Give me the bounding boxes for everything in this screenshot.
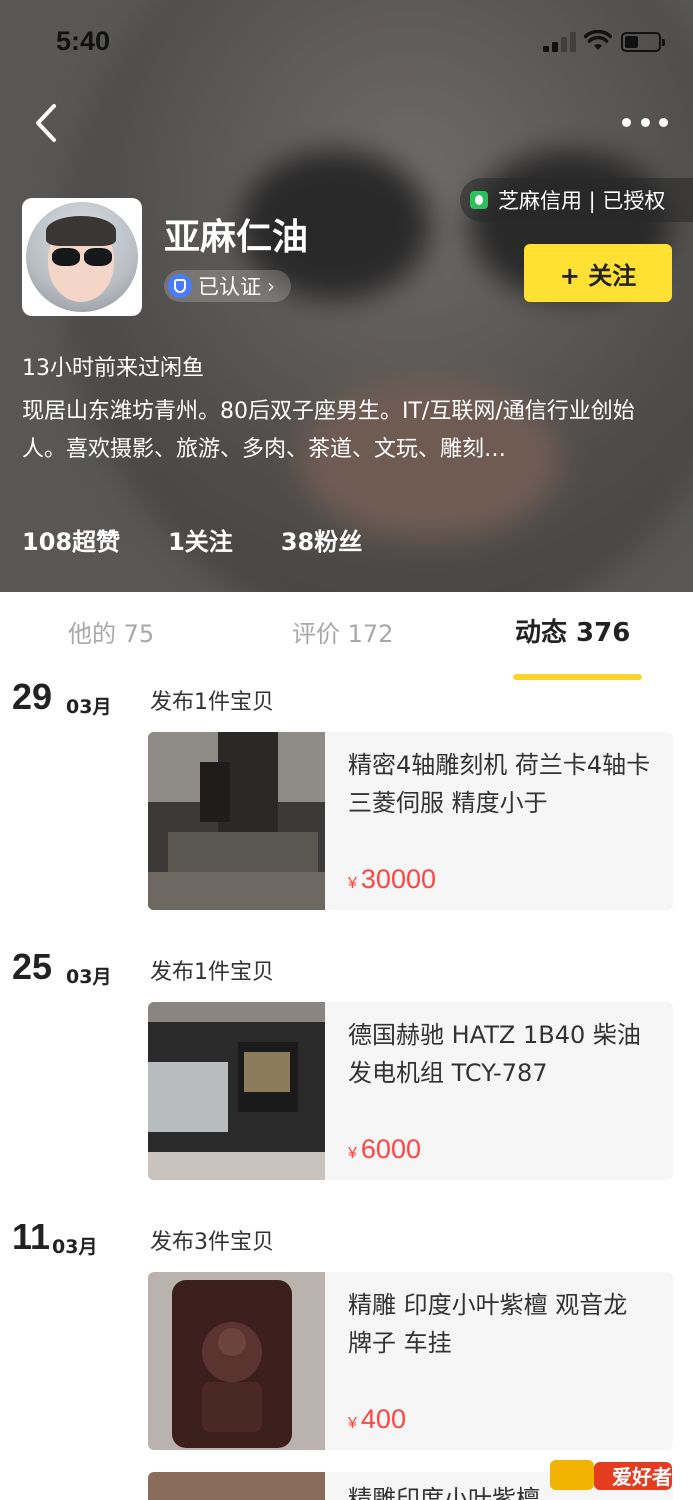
follow-button[interactable]: + 关注: [524, 244, 672, 302]
shield-icon: [168, 274, 192, 298]
feed-day-number: 29: [12, 676, 53, 717]
user-stats: 108超赞 1关注 38粉丝: [22, 522, 410, 557]
profile-header: 5:40 芝麻信用 | 已授权 亚麻仁油 已认证 › + 关注 13小时前来过闲…: [0, 0, 693, 592]
item-price: ¥30000: [348, 864, 436, 894]
back-arrow-icon[interactable]: [30, 100, 70, 146]
status-bar: 5:40: [0, 0, 693, 86]
item-thumbnail: [148, 1002, 325, 1180]
item-price: ¥6000: [348, 1134, 421, 1164]
tab-reviews[interactable]: 评价 172: [292, 614, 393, 649]
zhima-label: 芝麻信用 | 已授权: [498, 189, 666, 213]
item-thumbnail: [148, 732, 325, 910]
item-card[interactable]: 精雕 印度小叶紫檀 观音龙 牌子 车挂 ¥400: [148, 1272, 673, 1450]
chevron-right-icon: ›: [267, 274, 275, 298]
profile-tabs: 他的 75 评价 172 动态 376: [0, 592, 693, 680]
item-price: ¥400: [348, 1404, 406, 1434]
item-card[interactable]: 精密4轴雕刻机 荷兰卡4轴卡 三菱伺服 精度小于 ¥30000: [148, 732, 673, 910]
item-card[interactable]: 德国赫驰 HATZ 1B40 柴油发电机组 TCY-787 ¥6000: [148, 1002, 673, 1180]
item-thumbnail: [148, 1272, 325, 1450]
watermark-text: 爱好者: [612, 1465, 672, 1489]
item-title: 德国赫驰 HATZ 1B40 柴油发电机组 TCY-787: [348, 1021, 641, 1087]
zhima-credit-badge[interactable]: 芝麻信用 | 已授权: [460, 178, 693, 222]
feed-action: 发布1件宝贝: [150, 690, 274, 715]
user-bio[interactable]: 现居山东潍坊青州。80后双子座男生。IT/互联网/通信行业创始人。喜欢摄影、旅游…: [22, 393, 672, 469]
last-seen-text: 13小时前来过闲鱼: [22, 356, 204, 381]
watermark-logo: 爱好者: [550, 1460, 672, 1490]
verified-badge[interactable]: 已认证 ›: [164, 270, 291, 302]
feed-day-number: 11: [12, 1216, 51, 1257]
tab-items[interactable]: 他的 75: [68, 614, 154, 649]
feed-action: 发布3件宝贝: [150, 1230, 274, 1255]
wifi-icon: [584, 30, 612, 50]
status-time: 5:40: [56, 26, 111, 56]
tab-indicator: [513, 674, 642, 680]
avatar[interactable]: [22, 198, 142, 316]
item-title: 精雕 印度小叶紫檀 观音龙 牌子 车挂: [348, 1291, 628, 1357]
item-title: 精密4轴雕刻机 荷兰卡4轴卡 三菱伺服 精度小于: [348, 751, 651, 817]
stat-likes[interactable]: 108超赞: [22, 522, 120, 557]
feed-day-month: 03月: [66, 696, 112, 718]
tab-activity[interactable]: 动态 376: [515, 612, 630, 649]
battery-icon: [621, 32, 665, 52]
feed-day-month: 03月: [52, 1236, 98, 1258]
username: 亚麻仁油: [164, 217, 309, 258]
feed-day-month: 03月: [66, 966, 112, 988]
feed-action: 发布1件宝贝: [150, 960, 274, 985]
item-thumbnail: [148, 1472, 325, 1500]
signal-icon: [543, 32, 577, 52]
verified-label: 已认证: [198, 275, 261, 299]
zhima-icon: [470, 191, 488, 209]
stat-following[interactable]: 1关注: [168, 522, 233, 557]
more-options-icon[interactable]: [622, 112, 668, 132]
stat-followers[interactable]: 38粉丝: [281, 522, 362, 557]
feed-day-number: 25: [12, 946, 53, 987]
